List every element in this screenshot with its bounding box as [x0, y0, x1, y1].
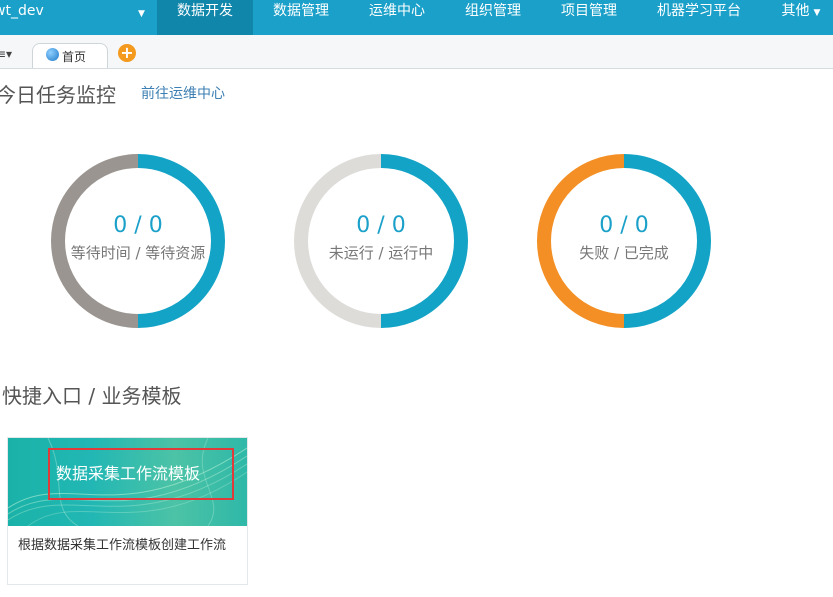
project-dropdown-icon[interactable]: ▼ [138, 9, 145, 19]
donut-value: 0 / 0 [356, 213, 406, 238]
nav-label: 运维中心 [369, 3, 425, 19]
donut-running: 0 / 0 未运行 / 运行中 [293, 153, 469, 329]
template-description: 根据数据采集工作流模板创建工作流 [18, 538, 227, 553]
nav-ops-center[interactable]: 运维中心 [349, 0, 445, 35]
donut-left-arc [294, 154, 382, 328]
nav-label: 其他 [781, 3, 810, 19]
tab-label: 首页 [62, 50, 87, 64]
donut-right-arc [623, 154, 711, 328]
template-card[interactable]: 数据采集工作流模板 根据数据采集工作流模板创建工作流 [7, 437, 248, 585]
donut-ring [537, 154, 711, 328]
donut-caption: 等待时间 / 等待资源 [70, 244, 206, 262]
menu-icon[interactable]: ≡▾ [0, 47, 12, 61]
template-banner-title: 数据采集工作流模板 [48, 448, 234, 500]
chevron-down-icon: ▼ [813, 8, 821, 18]
monitor-title: 今日任务监控 [0, 83, 116, 107]
ops-center-link[interactable]: 前往运维中心 [141, 83, 225, 103]
nav-other[interactable]: 其他 ▼ [771, 0, 831, 35]
donut-left-arc [537, 154, 625, 328]
project-name: wt_dev [0, 3, 44, 19]
donut-caption: 失败 / 已完成 [579, 244, 669, 262]
nav-org-management[interactable]: 组织管理 [445, 0, 541, 35]
nav-label: 组织管理 [465, 3, 521, 19]
donut-value: 0 / 0 [599, 213, 649, 238]
top-navbar: wt_dev ▼ 数据开发 数据管理 运维中心 组织管理 项目管理 机器学习平台… [0, 0, 833, 35]
tab-bar: ≡▾ 首页 + [0, 35, 833, 69]
plus-circle-icon[interactable]: + [118, 44, 136, 62]
tab-home[interactable]: 首页 [32, 43, 108, 68]
donut-right-arc [380, 154, 468, 328]
nav-label: 机器学习平台 [657, 3, 741, 19]
donut-caption: 未运行 / 运行中 [328, 244, 434, 262]
donut-result: 0 / 0 失败 / 已完成 [536, 153, 712, 329]
nav-data-development[interactable]: 数据开发 [157, 0, 253, 35]
nav-project-management[interactable]: 项目管理 [541, 0, 637, 35]
donut-waiting: 0 / 0 等待时间 / 等待资源 [50, 153, 226, 329]
nav-data-management[interactable]: 数据管理 [253, 0, 349, 35]
nav-ml-platform[interactable]: 机器学习平台 [637, 0, 761, 35]
nav-label: 数据开发 [177, 3, 233, 19]
nav-label: 数据管理 [273, 3, 329, 19]
donut-ring [51, 154, 225, 328]
donut-ring [294, 154, 468, 328]
templates-title: 快捷入口 / 业务模板 [2, 384, 182, 408]
donut-value: 0 / 0 [113, 213, 163, 238]
project-selector[interactable]: wt_dev [0, 0, 44, 35]
nav-label: 项目管理 [561, 3, 617, 19]
globe-icon [46, 48, 59, 61]
donut-right-arc [137, 154, 225, 328]
template-banner: 数据采集工作流模板 [8, 438, 247, 526]
donut-left-arc [51, 154, 139, 328]
